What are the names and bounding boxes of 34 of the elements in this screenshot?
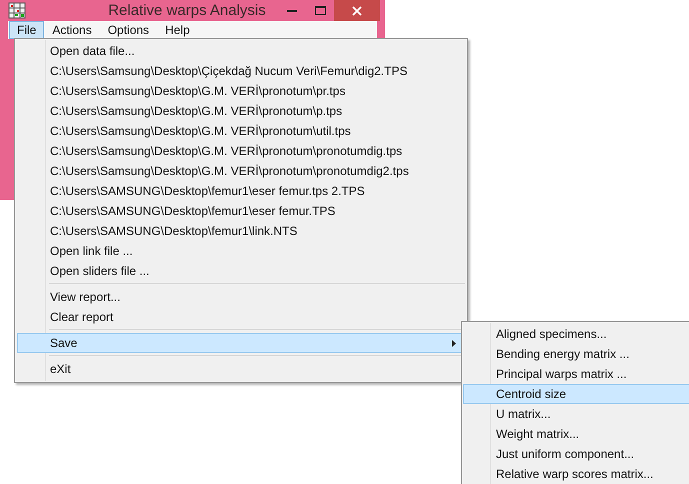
menu-item[interactable]: View report... [17,287,465,307]
menu-item[interactable]: Weight matrix... [463,424,689,444]
menu-item[interactable]: Options [100,21,158,39]
menu-item[interactable]: Principal warps matrix ... [463,364,689,384]
submenu-arrow-icon [452,340,456,346]
app-icon [8,2,26,19]
menu-item[interactable]: Just uniform component... [463,444,689,464]
close-icon [352,6,362,16]
menu-item[interactable]: C:\Users\Samsung\Desktop\G.M. VERİ\pronotum\util.tps [17,121,465,141]
menu-item[interactable]: Open data file... [17,41,465,61]
window-title: Relative warps Analysis [107,2,267,19]
menu-item[interactable]: C:\Users\Samsung\Desktop\G.M. VERİ\pronotum\pronotumdig2.tps [17,161,465,181]
menu-item[interactable]: C:\Users\Samsung\Desktop\G.M. VERİ\pronotum\pr.tps [17,81,465,101]
minimize-icon [287,10,297,12]
menu-item[interactable]: Centroid size [463,384,689,404]
menu-item[interactable]: Actions [44,21,100,39]
menu-item[interactable]: Open link file ... [17,241,465,261]
maximize-icon [314,6,326,15]
menu-item[interactable]: C:\Users\Samsung\Desktop\Çiçekdağ Nucum Veri\Femur\dig2.TPS [17,61,465,81]
menu-item[interactable]: Open sliders file ... [17,261,465,281]
menu-item[interactable]: eXit [17,359,465,379]
menu-item[interactable]: U matrix... [463,404,689,424]
menu-item[interactable]: Clear report [17,307,465,327]
menu-item[interactable]: C:\Users\SAMSUNG\Desktop\femur1\link.NTS [17,221,465,241]
menu-item[interactable]: C:\Users\SAMSUNG\Desktop\femur1\eser femur.TPS [17,201,465,221]
close-button[interactable] [334,0,380,21]
menu-item[interactable]: Aligned specimens... [463,324,689,344]
menu-item[interactable]: C:\Users\SAMSUNG\Desktop\femur1\eser femur.tps 2.TPS [17,181,465,201]
menu-item[interactable]: Relative warp scores matrix... [463,464,689,484]
menu-item[interactable]: Bending energy matrix ... [463,344,689,364]
menu-item[interactable]: C:\Users\Samsung\Desktop\G.M. VERİ\pronotum\pronotumdig.tps [17,141,465,161]
menu-item[interactable]: C:\Users\Samsung\Desktop\G.M. VERİ\pronotum\p.tps [17,101,465,121]
menu-item[interactable]: File [9,21,44,39]
menu-item[interactable]: Help [157,21,198,39]
